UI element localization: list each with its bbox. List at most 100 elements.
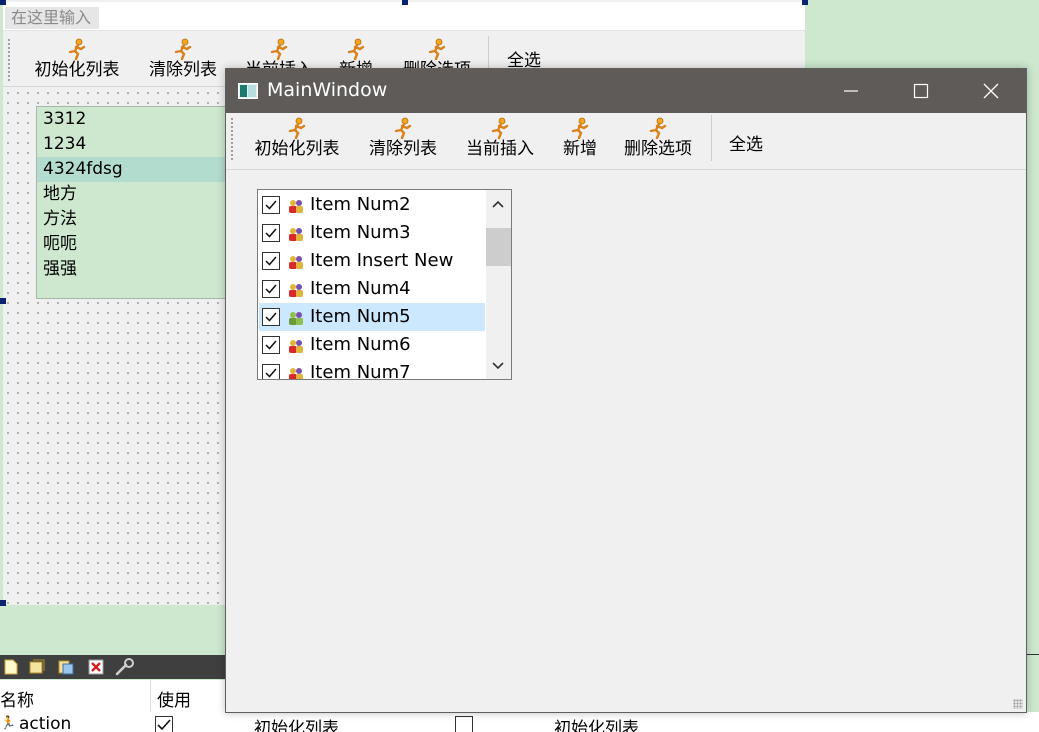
users-icon bbox=[287, 225, 305, 243]
app-window-icon bbox=[238, 83, 258, 99]
title-bar[interactable]: MainWindow bbox=[226, 69, 1026, 113]
chevron-down-icon[interactable] bbox=[491, 361, 505, 371]
window-title: MainWindow bbox=[267, 79, 388, 101]
delete-icon[interactable] bbox=[87, 658, 105, 676]
designer-line-edit[interactable]: 在这里输入 bbox=[3, 2, 805, 31]
minimize-icon bbox=[844, 90, 858, 92]
select-all-button[interactable]: 全选 bbox=[729, 130, 763, 155]
selection-handle[interactable] bbox=[402, 0, 408, 5]
item-checkbox[interactable] bbox=[262, 336, 280, 354]
item-checkbox[interactable] bbox=[262, 364, 280, 379]
runner-icon bbox=[66, 38, 88, 61]
runner-icon bbox=[426, 38, 448, 61]
toolbar-label: 清除列表 bbox=[149, 60, 217, 80]
toolbar-grip[interactable] bbox=[8, 38, 10, 82]
close-button[interactable] bbox=[956, 69, 1026, 113]
toolbar-label: 当前插入 bbox=[466, 139, 534, 159]
clear-list-button[interactable]: 清除列表 bbox=[363, 117, 443, 163]
action-editor-header: 名称 使用 bbox=[0, 680, 226, 713]
wrench-icon[interactable] bbox=[115, 658, 134, 676]
item-checkbox[interactable] bbox=[262, 308, 280, 326]
list-item[interactable]: Item Num6 bbox=[259, 331, 485, 359]
new-file-icon[interactable] bbox=[2, 658, 20, 676]
column-header-use[interactable]: 使用 bbox=[157, 686, 191, 711]
divider bbox=[1027, 654, 1039, 655]
item-checkbox[interactable] bbox=[262, 252, 280, 270]
selection-handle[interactable] bbox=[802, 0, 808, 5]
item-checkbox[interactable] bbox=[262, 224, 280, 242]
users-icon bbox=[287, 365, 305, 379]
list-item[interactable]: 呃呃 bbox=[37, 232, 237, 257]
list-item[interactable]: 强强 bbox=[37, 257, 237, 282]
toolbar-label: 新增 bbox=[563, 139, 597, 159]
list-item[interactable]: 方法 bbox=[37, 207, 237, 232]
item-checkbox[interactable] bbox=[262, 280, 280, 298]
toolbar-label: 初始化列表 bbox=[254, 139, 340, 159]
action-editor-toolbar bbox=[0, 655, 226, 679]
open-folder-icon[interactable] bbox=[28, 658, 46, 676]
runner-icon bbox=[392, 117, 414, 140]
scrollbar-thumb[interactable] bbox=[486, 228, 511, 266]
init-list-button[interactable]: 初始化列表 bbox=[249, 117, 345, 163]
users-icon bbox=[287, 281, 305, 299]
column-header-name[interactable]: 名称 bbox=[0, 686, 34, 711]
users-icon bbox=[287, 337, 305, 355]
runner-icon bbox=[647, 117, 669, 140]
close-icon bbox=[983, 83, 999, 99]
runner-icon bbox=[268, 38, 290, 61]
list-item[interactable]: Item Num7 bbox=[259, 359, 485, 380]
minimize-button[interactable] bbox=[816, 69, 886, 113]
selection-handle[interactable] bbox=[0, 298, 6, 304]
runner-icon bbox=[489, 117, 511, 140]
action-text-cell: 初始化列表 bbox=[254, 719, 339, 732]
maximize-icon bbox=[913, 83, 929, 99]
chevron-up-icon[interactable] bbox=[491, 199, 505, 209]
maximize-button[interactable] bbox=[886, 69, 956, 113]
list-item[interactable]: 地方 bbox=[37, 182, 237, 207]
size-grip[interactable] bbox=[1013, 699, 1023, 709]
selection-handle[interactable] bbox=[0, 0, 6, 5]
insert-current-button[interactable]: 当前插入 bbox=[460, 117, 540, 163]
checkable-list-widget[interactable]: Item Num2 Item Num3 Item Insert New Item… bbox=[257, 189, 512, 380]
main-toolbar: 初始化列表 清除列表 当前插入 新增 删除选项 全选 bbox=[226, 113, 1026, 170]
action-used-checkbox[interactable] bbox=[155, 716, 173, 732]
selection-handle[interactable] bbox=[0, 600, 6, 606]
users-icon bbox=[287, 197, 305, 215]
list-item[interactable]: Item Insert New bbox=[259, 247, 485, 275]
runner-icon bbox=[172, 38, 194, 61]
item-label: Item Num3 bbox=[310, 222, 411, 243]
item-label: Item Num7 bbox=[310, 362, 411, 380]
action-tooltip-cell: 初始化列表 bbox=[554, 719, 639, 732]
designer-init-list-button[interactable]: 初始化列表 bbox=[28, 38, 126, 84]
item-label: Item Num4 bbox=[310, 278, 411, 299]
action-checkable-checkbox[interactable] bbox=[455, 716, 473, 732]
toolbar-separator bbox=[711, 115, 712, 161]
vertical-scrollbar[interactable] bbox=[486, 190, 511, 379]
list-item[interactable]: 1234 bbox=[37, 132, 237, 157]
list-item[interactable]: Item Num4 bbox=[259, 275, 485, 303]
delete-item-button[interactable]: 删除选项 bbox=[618, 117, 698, 163]
list-item-selected[interactable]: Item Num5 bbox=[259, 303, 485, 331]
runner-icon: 🏃 bbox=[0, 716, 17, 731]
add-item-button[interactable]: 新增 bbox=[557, 117, 603, 163]
item-label: Item Num5 bbox=[310, 306, 411, 327]
toolbar-label: 清除列表 bbox=[369, 139, 437, 159]
users-icon bbox=[287, 253, 305, 271]
toolbar-label: 初始化列表 bbox=[34, 60, 120, 80]
list-item[interactable]: 3312 bbox=[37, 107, 237, 132]
line-edit-placeholder: 在这里输入 bbox=[5, 7, 100, 29]
designer-clear-list-button[interactable]: 清除列表 bbox=[143, 38, 223, 84]
toolbar-grip[interactable] bbox=[231, 117, 233, 161]
copy-icon[interactable] bbox=[57, 658, 75, 676]
designer-list-widget[interactable]: 3312 1234 4324fdsg 地方 方法 呃呃 强强 bbox=[36, 106, 238, 299]
item-label: Item Num6 bbox=[310, 334, 411, 355]
list-item-selected[interactable]: 4324fdsg bbox=[37, 157, 237, 182]
item-label: Item Num2 bbox=[310, 194, 411, 215]
users-icon bbox=[287, 309, 305, 327]
main-window: MainWindow 初始化列表 清除列表 当前插入 新增 删除选项 全选 It… bbox=[225, 68, 1027, 713]
item-checkbox[interactable] bbox=[262, 196, 280, 214]
list-item[interactable]: Item Num3 bbox=[259, 219, 485, 247]
action-editor-row[interactable]: 🏃 action 初始化列表 初始化列表 bbox=[0, 712, 1039, 732]
list-item[interactable]: Item Num2 bbox=[259, 191, 485, 219]
runner-icon bbox=[286, 117, 308, 140]
